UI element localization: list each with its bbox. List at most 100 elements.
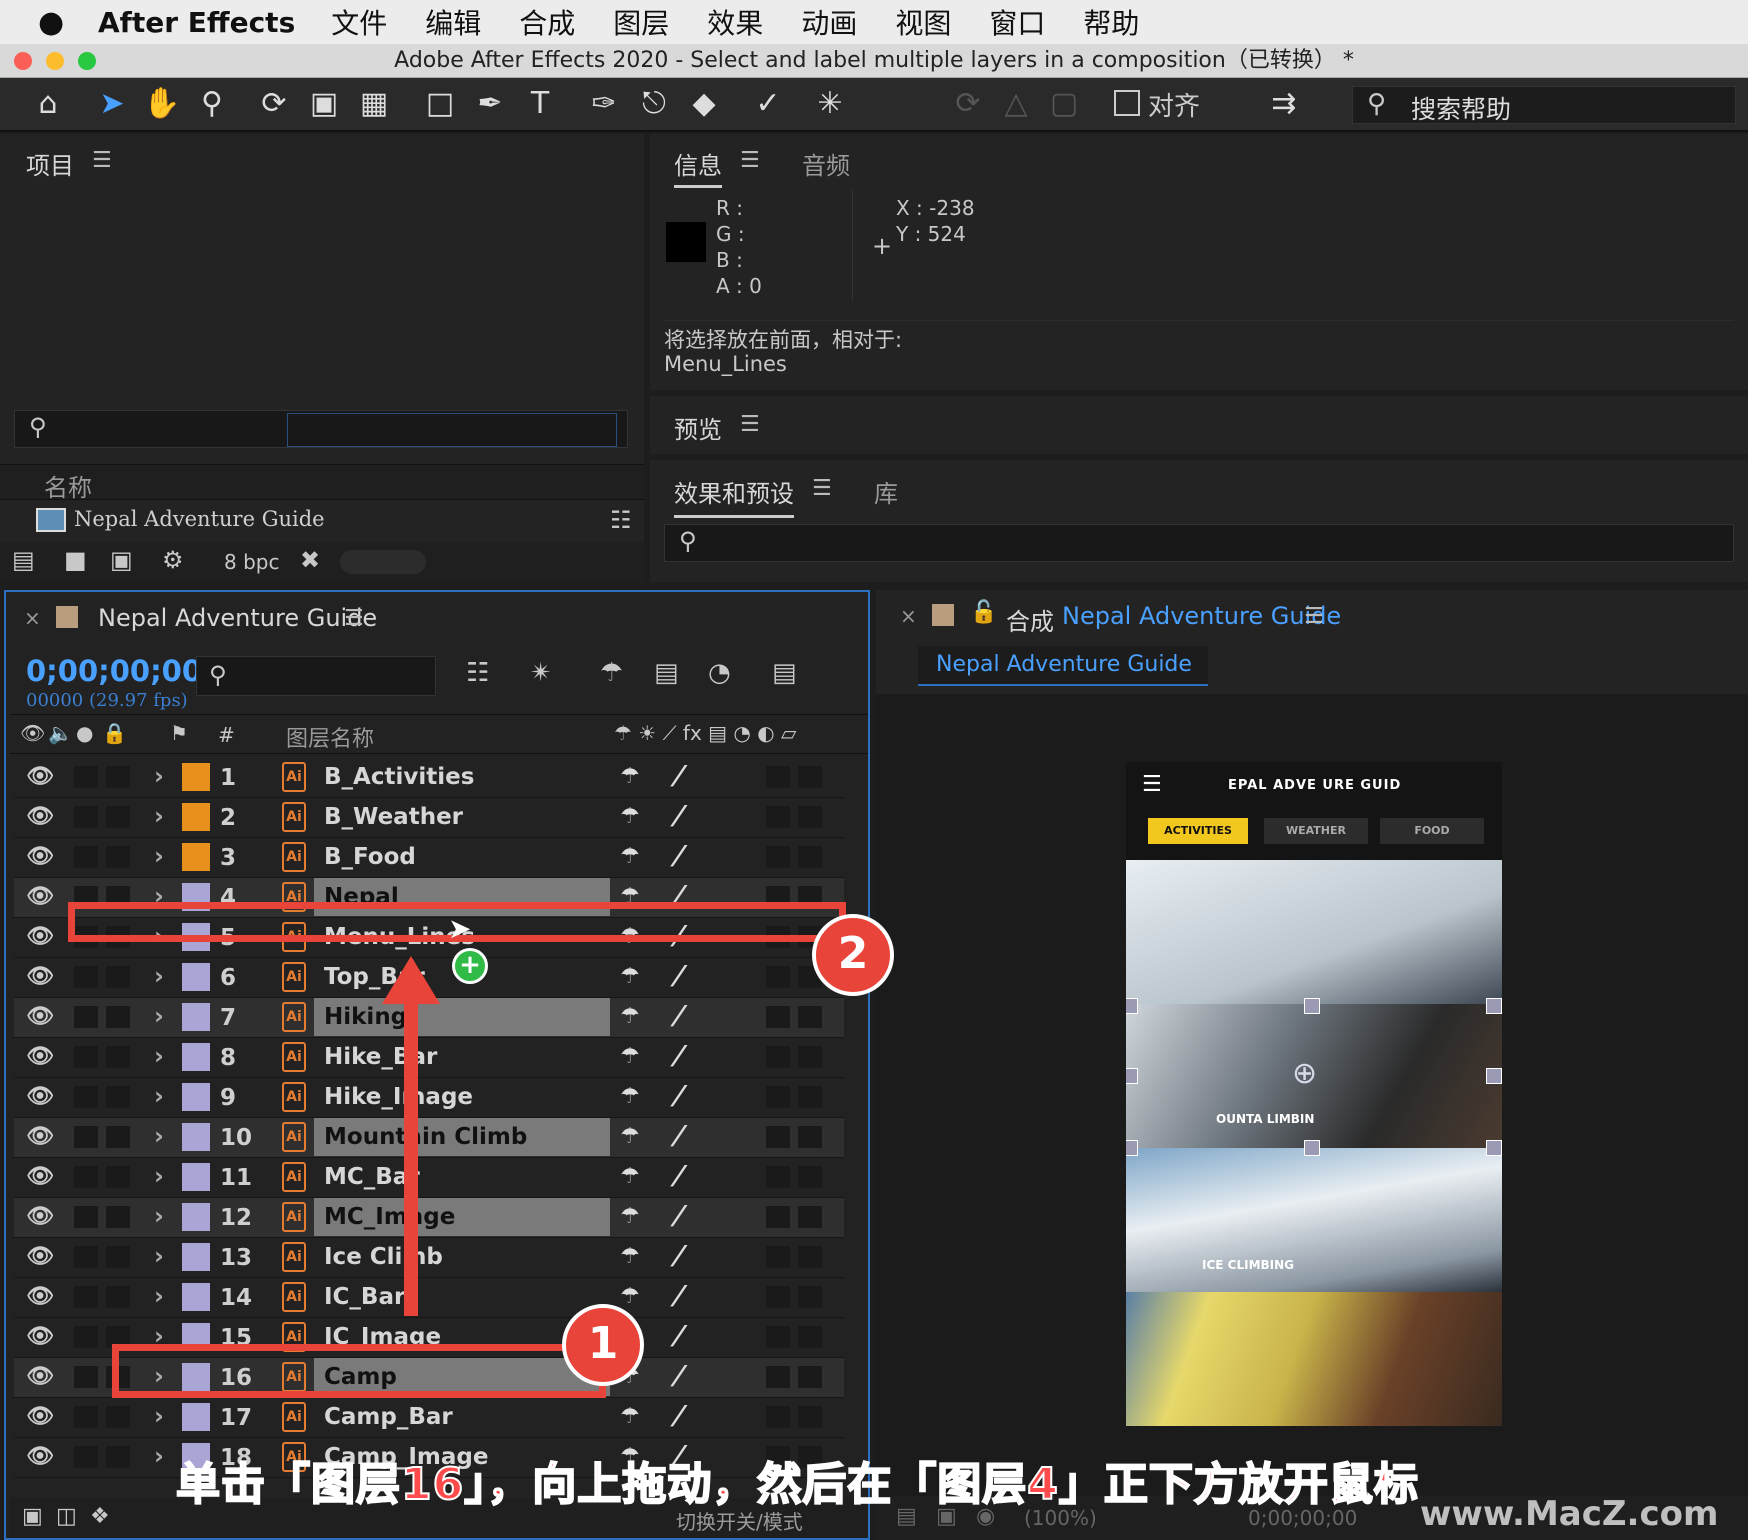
expand-chevron-icon[interactable]: › <box>154 1122 164 1150</box>
layer-name[interactable]: MC_Image <box>314 1198 610 1236</box>
quality-switch-icon[interactable]: / <box>669 1081 689 1111</box>
expand-chevron-icon[interactable]: › <box>154 1042 164 1070</box>
layer-row[interactable]: 👁 › 10 Ai Mountain Climb ☂ / <box>14 1118 844 1158</box>
layer-row[interactable]: 👁 › 11 Ai MC_Bar ☂ / <box>14 1158 844 1198</box>
quality-switch-icon[interactable]: / <box>669 1001 689 1031</box>
workspace-icon[interactable]: ⇉ <box>1264 84 1304 124</box>
visibility-eye-icon[interactable]: 👁 <box>26 1084 54 1109</box>
layer-name[interactable]: IC_Bar <box>314 1278 610 1316</box>
solo-switch[interactable] <box>74 1126 98 1148</box>
quality-switch-icon[interactable]: / <box>669 1321 689 1351</box>
composition-canvas[interactable]: ☰ EPAL ADVE URE GUID ACTIVITIES WEATHER … <box>1126 762 1502 1426</box>
expand-chevron-icon[interactable]: › <box>154 1002 164 1030</box>
comp-menu-icon[interactable]: ☰ <box>1304 604 1324 629</box>
mode-box[interactable] <box>798 1166 822 1188</box>
solo-switch[interactable] <box>74 1326 98 1348</box>
solo-switch[interactable] <box>74 846 98 868</box>
project-panel-menu-icon[interactable]: ☰ <box>92 148 112 173</box>
layer-label-color[interactable] <box>182 803 210 831</box>
parent-box[interactable] <box>766 806 790 828</box>
mode-box[interactable] <box>798 1006 822 1028</box>
transform-handle[interactable] <box>1126 998 1138 1014</box>
parent-box[interactable] <box>766 846 790 868</box>
lock-switch[interactable] <box>106 1046 130 1068</box>
label-tag-icon[interactable]: ⚑ <box>170 721 188 745</box>
menu-layer[interactable]: 图层 <box>613 2 669 42</box>
shy-switch-icon[interactable]: ☂ <box>620 1204 640 1229</box>
menu-file[interactable]: 文件 <box>331 2 387 42</box>
timeline-comp-name[interactable]: Nepal Adventure Guide <box>98 604 377 632</box>
visibility-eye-icon[interactable]: 👁 <box>26 964 54 989</box>
menu-app-name[interactable]: After Effects <box>98 6 295 39</box>
transform-handle[interactable] <box>1126 1068 1138 1084</box>
effects-menu-icon[interactable]: ☰ <box>812 476 832 501</box>
visibility-eye-icon[interactable]: 👁 <box>26 1404 54 1429</box>
layer-label-color[interactable] <box>182 1123 210 1151</box>
solo-switch[interactable] <box>74 1246 98 1268</box>
menu-view[interactable]: 视图 <box>895 2 951 42</box>
expand-chevron-icon[interactable]: › <box>154 1402 164 1430</box>
expand-chevron-icon[interactable]: › <box>154 842 164 870</box>
layer-label-color[interactable] <box>182 1083 210 1111</box>
layer-row[interactable]: 👁 › 1 Ai B_Activities ☂ / <box>14 758 844 798</box>
shy-switch-icon[interactable]: ☂ <box>620 764 640 789</box>
mode-box[interactable] <box>798 1126 822 1148</box>
parent-box[interactable] <box>766 1366 790 1388</box>
flowchart-icon[interactable]: ☷ <box>610 506 632 534</box>
layer-row[interactable]: 👁 › 12 Ai MC_Image ☂ / <box>14 1198 844 1238</box>
shy-switch-icon[interactable]: ☂ <box>620 1044 640 1069</box>
mode-box[interactable] <box>798 806 822 828</box>
transform-handle[interactable] <box>1486 1140 1502 1156</box>
layer-name[interactable]: Hike_Bar <box>314 1038 610 1076</box>
type-tool-icon[interactable]: T <box>520 84 560 124</box>
parent-box[interactable] <box>766 1126 790 1148</box>
solo-switch[interactable] <box>74 1006 98 1028</box>
layer-row[interactable]: 👁 › 9 Ai Hike_Image ☂ / <box>14 1078 844 1118</box>
layer-name[interactable]: Hiking <box>314 998 610 1036</box>
video-toggle-icon[interactable]: 👁 <box>20 721 45 745</box>
roto-brush-tool-icon[interactable]: ✓ <box>748 84 788 124</box>
transfer-controls-icon[interactable]: ◫ <box>56 1504 77 1529</box>
menu-help[interactable]: 帮助 <box>1083 2 1139 42</box>
parent-box[interactable] <box>766 966 790 988</box>
parent-box[interactable] <box>766 1406 790 1428</box>
expand-chevron-icon[interactable]: › <box>154 962 164 990</box>
layer-switches-icon[interactable]: ▣ <box>22 1504 43 1529</box>
zoom-tool-icon[interactable]: ⚲ <box>192 84 232 124</box>
bit-depth-label[interactable]: 8 bpc <box>224 550 279 574</box>
visibility-eye-icon[interactable]: 👁 <box>26 924 54 949</box>
solo-switch[interactable] <box>74 1446 98 1468</box>
transform-handle[interactable] <box>1486 1068 1502 1084</box>
layer-row[interactable]: 👁 › 2 Ai B_Weather ☂ / <box>14 798 844 838</box>
tab-audio[interactable]: 音频 <box>802 146 850 181</box>
transform-handle[interactable] <box>1304 1140 1320 1156</box>
layer-label-color[interactable] <box>182 1283 210 1311</box>
lock-icon[interactable]: 🔓 <box>970 600 997 625</box>
eraser-tool-icon[interactable]: ◆ <box>684 84 724 124</box>
apple-icon[interactable]: ● <box>38 5 98 40</box>
lock-toggle-icon[interactable]: 🔒 <box>102 721 127 745</box>
quality-switch-icon[interactable]: / <box>669 1041 689 1071</box>
visibility-eye-icon[interactable]: 👁 <box>26 1204 54 1229</box>
minimize-window-button[interactable] <box>46 52 64 70</box>
visibility-eye-icon[interactable]: 👁 <box>26 804 54 829</box>
expand-chevron-icon[interactable]: › <box>154 1082 164 1110</box>
visibility-eye-icon[interactable]: 👁 <box>26 1364 54 1389</box>
parent-box[interactable] <box>766 1246 790 1268</box>
layer-row[interactable]: 👁 › 7 Ai Hiking ☂ / <box>14 998 844 1038</box>
quality-switch-icon[interactable]: / <box>669 1361 689 1391</box>
lock-switch[interactable] <box>106 1006 130 1028</box>
shy-switch-icon[interactable]: ☂ <box>620 1004 640 1029</box>
camera-tool-icon[interactable]: ▣ <box>304 84 344 124</box>
layer-label-color[interactable] <box>182 1163 210 1191</box>
layer-row[interactable]: 👁 › 13 Ai Ice Climb ☂ / <box>14 1238 844 1278</box>
comp-breadcrumb-tab[interactable]: Nepal Adventure Guide <box>918 646 1208 686</box>
lock-switch[interactable] <box>106 1126 130 1148</box>
quality-switch-icon[interactable]: / <box>669 1121 689 1151</box>
lock-switch[interactable] <box>106 966 130 988</box>
audio-toggle-icon[interactable]: 🔈 <box>48 721 73 745</box>
parent-box[interactable] <box>766 1166 790 1188</box>
project-search-input[interactable] <box>287 413 617 447</box>
axis-world-icon[interactable]: △ <box>996 84 1036 124</box>
shy-switch-icon[interactable]: ☂ <box>620 1164 640 1189</box>
